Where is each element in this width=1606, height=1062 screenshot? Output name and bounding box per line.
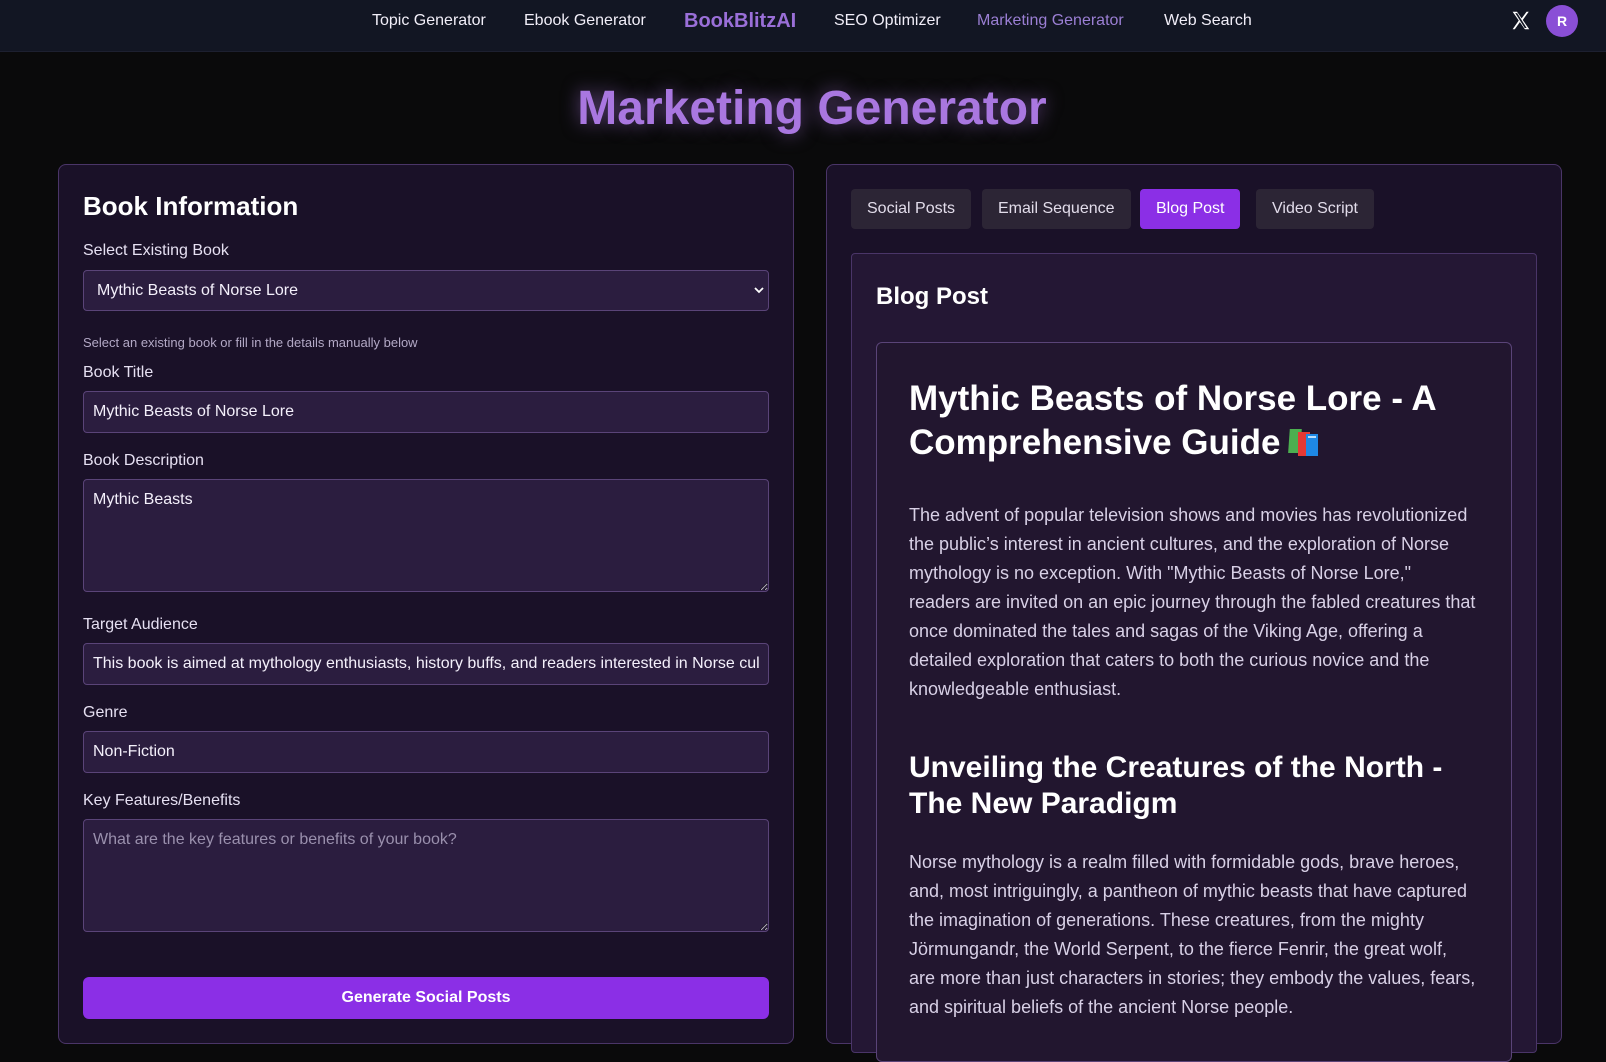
key-features-label: Key Features/Benefits [83, 792, 241, 809]
output-title: Blog Post [876, 283, 988, 310]
nav-ebook-generator[interactable]: Ebook Generator [524, 11, 646, 31]
tab-social-posts[interactable]: Social Posts [851, 189, 972, 229]
nav-topic-generator[interactable]: Topic Generator [372, 11, 486, 31]
article-heading: Mythic Beasts of Norse Lore - A Comprehe… [909, 377, 1477, 465]
tab-blog-post[interactable]: Blog Post [1140, 189, 1241, 229]
target-audience-label: Target Audience [83, 616, 198, 633]
book-title-label: Book Title [83, 364, 154, 381]
select-help-text: Select an existing book or fill in the d… [83, 335, 418, 350]
blog-article[interactable]: Mythic Beasts of Norse Lore - A Comprehe… [876, 342, 1512, 1062]
marketing-output-panel: Social Posts Email Sequence Blog Post Vi… [826, 164, 1562, 1062]
article-heading-text: Mythic Beasts of Norse Lore - A Comprehe… [909, 379, 1436, 462]
book-description-textarea[interactable]: Mythic Beasts [83, 479, 769, 592]
article-paragraph-1: The advent of popular television shows a… [909, 505, 1476, 699]
target-audience-input[interactable] [83, 643, 769, 685]
page-title: Marketing Generator [577, 82, 1047, 135]
article-content: Mythic Beasts of Norse Lore - A Comprehe… [909, 377, 1477, 1022]
key-features-textarea[interactable] [83, 819, 769, 932]
generate-social-posts-button[interactable]: Generate Social Posts [83, 977, 769, 1019]
nav-links: Topic Generator Ebook Generator BookBlit… [0, 0, 1606, 51]
blog-post-output: Blog Post Mythic Beasts of Norse Lore - … [851, 253, 1537, 1062]
nav-seo-optimizer[interactable]: SEO Optimizer [834, 11, 941, 31]
book-information-panel: Book Information Select Existing Book My… [58, 164, 794, 1044]
genre-input[interactable] [83, 731, 769, 773]
tab-video-script[interactable]: Video Script [1256, 189, 1374, 229]
nav-web-search[interactable]: Web Search [1164, 11, 1252, 31]
book-information-heading: Book Information [83, 191, 299, 221]
select-existing-book[interactable]: Mythic Beasts of Norse Lore [83, 270, 769, 311]
tab-email-sequence[interactable]: Email Sequence [982, 189, 1131, 229]
nav-marketing-generator[interactable]: Marketing Generator [977, 11, 1124, 31]
genre-label: Genre [83, 704, 128, 721]
brand-logo[interactable]: BookBlitzAI [684, 9, 796, 33]
select-book-label: Select Existing Book [83, 242, 229, 259]
article-subheading: Unveiling the Creatures of the North - T… [909, 751, 1443, 820]
user-avatar[interactable]: R [1546, 5, 1578, 37]
books-icon [1288, 429, 1319, 456]
book-title-input[interactable] [83, 391, 769, 433]
top-navigation: Topic Generator Ebook Generator BookBlit… [0, 0, 1606, 52]
book-description-label: Book Description [83, 452, 204, 469]
article-paragraph-2: Norse mythology is a realm filled with f… [909, 852, 1476, 1017]
x-logo-icon[interactable] [1510, 10, 1531, 31]
